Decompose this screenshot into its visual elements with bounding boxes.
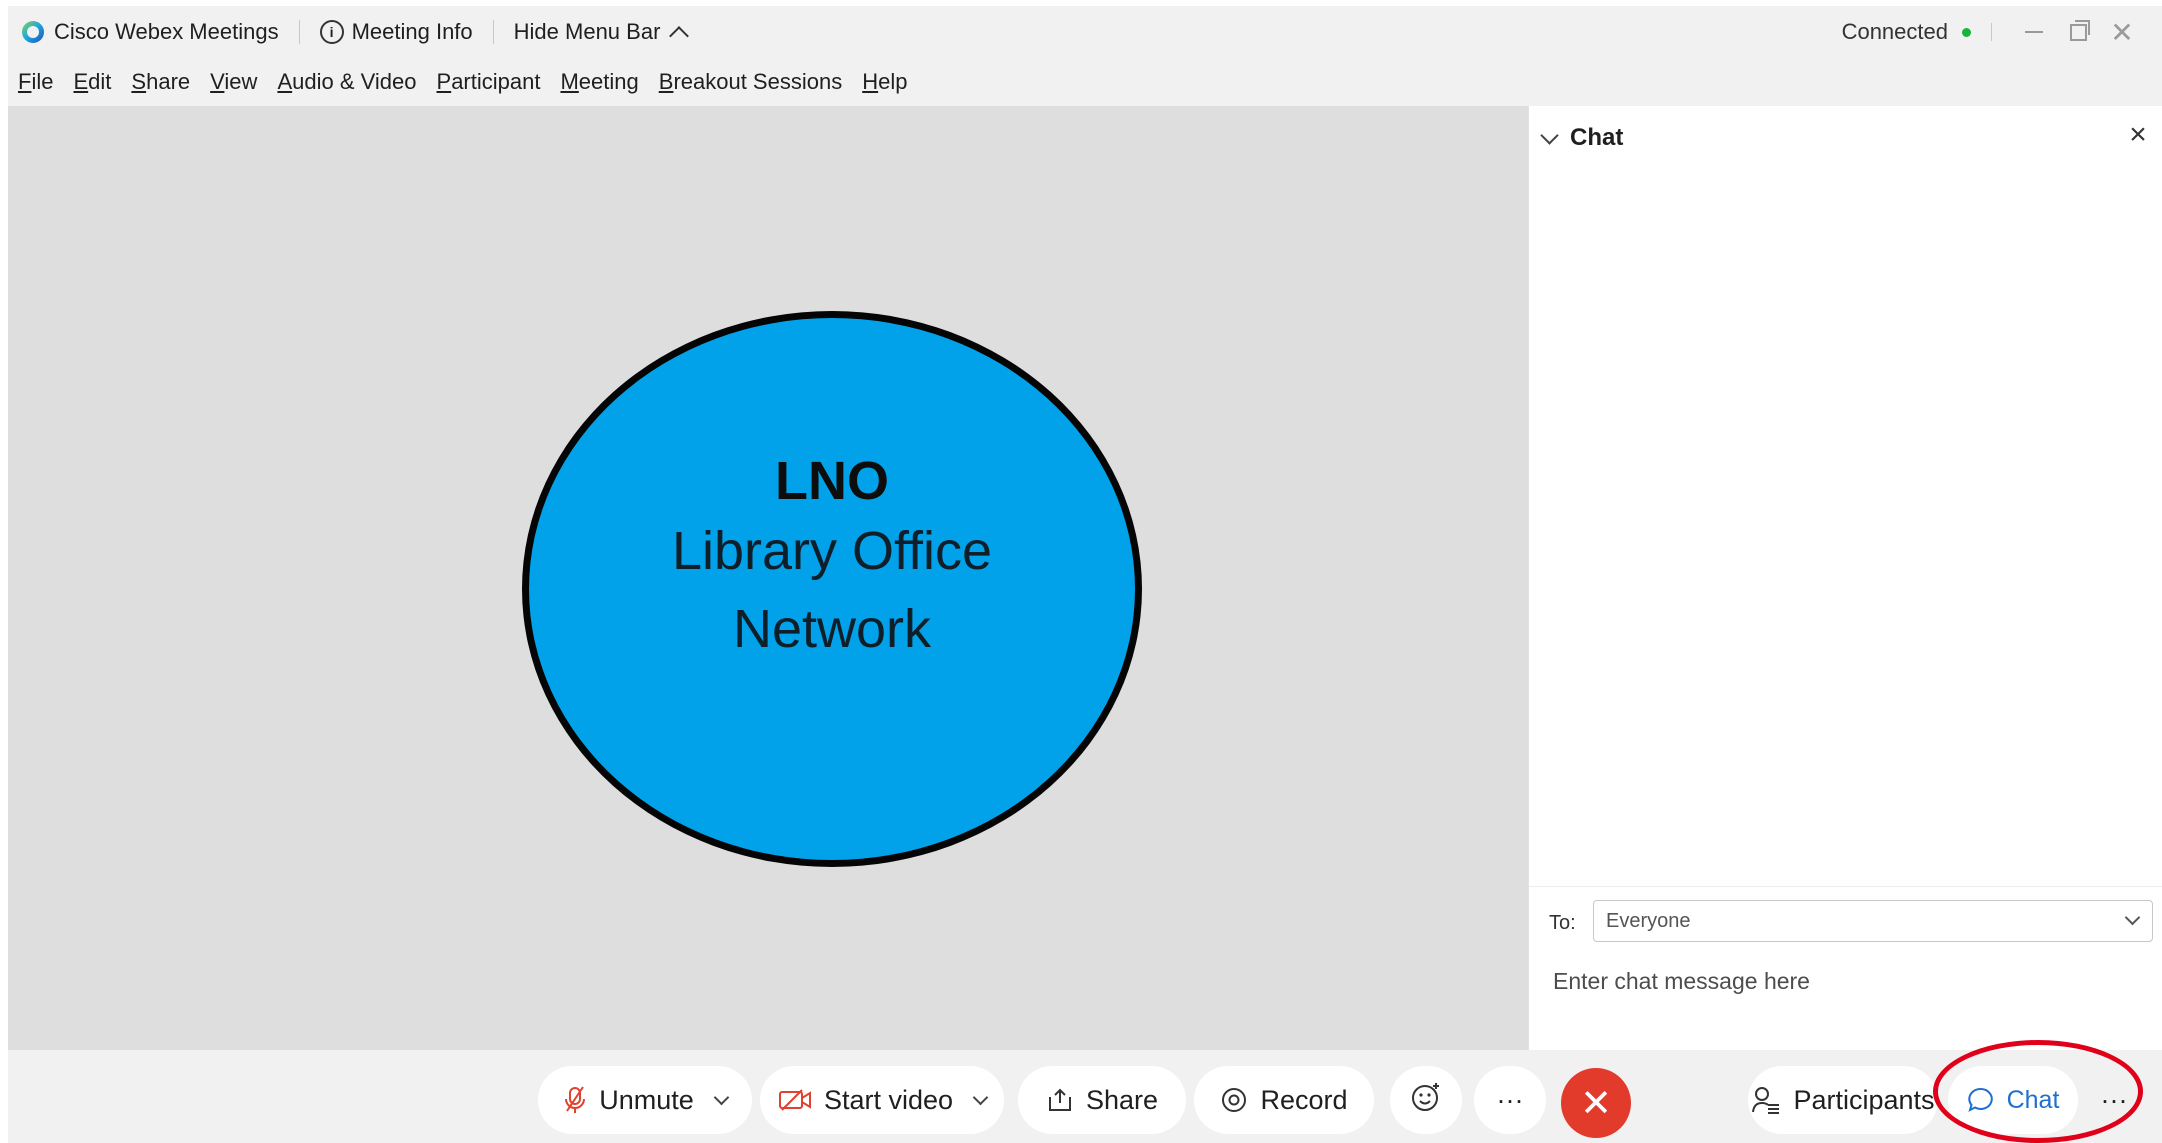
chat-panel-title: Chat — [1570, 124, 1624, 151]
chat-toggle-label: Chat — [2006, 1085, 2060, 1114]
meeting-info-label: Meeting Info — [351, 19, 473, 44]
participants-icon — [1751, 1085, 1781, 1115]
status-dot-icon — [1962, 27, 1971, 37]
more-options-icon: ··· — [1496, 1084, 1524, 1115]
menu-label: ile — [31, 69, 54, 94]
hide-menu-bar-button[interactable]: Hide Menu Bar — [513, 19, 690, 46]
menu-label: hare — [146, 69, 191, 94]
start-video-label: Start video — [823, 1084, 954, 1115]
minimize-icon — [2025, 31, 2043, 33]
chevron-down-icon — [1540, 125, 1559, 145]
unmute-button[interactable]: Unmute — [538, 1066, 752, 1134]
menu-mnemonic: B — [658, 69, 674, 94]
avatar-abbreviation: LNO — [775, 451, 889, 511]
menu-edit[interactable]: Edit — [73, 69, 111, 95]
minimize-button[interactable] — [2012, 12, 2056, 52]
participants-label: Participants — [1793, 1084, 1935, 1115]
menu-mnemonic: A — [277, 69, 293, 94]
menu-mnemonic: F — [18, 69, 32, 94]
chat-close-button[interactable]: × — [2123, 118, 2153, 152]
menu-audio-video[interactable]: Audio & Video — [277, 69, 416, 95]
record-label: Record — [1260, 1084, 1348, 1115]
chat-to-label: To: — [1549, 912, 1576, 934]
restore-button[interactable] — [2056, 12, 2100, 52]
emoji-reaction-icon — [1410, 1081, 1442, 1120]
close-icon: × — [2129, 118, 2147, 151]
title-separator — [492, 20, 494, 44]
chevron-up-icon — [669, 26, 690, 46]
menu-mnemonic: V — [210, 69, 225, 94]
menu-label: elp — [878, 69, 908, 94]
menu-mnemonic: S — [131, 69, 147, 94]
menu-file[interactable]: File — [18, 69, 53, 95]
webex-logo-icon — [22, 21, 44, 43]
menu-breakout-sessions[interactable]: Breakout Sessions — [659, 69, 842, 95]
unmute-label: Unmute — [599, 1084, 694, 1115]
connection-status-label: Connected — [1841, 19, 1948, 44]
chat-collapse-toggle[interactable]: Chat — [1540, 124, 1624, 152]
menu-mnemonic: E — [73, 69, 89, 94]
share-icon — [1046, 1087, 1074, 1113]
muted-microphone-icon — [563, 1085, 587, 1115]
overflow-icon: ··· — [2100, 1084, 2128, 1115]
avatar-name-line2: Network — [732, 599, 932, 659]
share-label: Share — [1085, 1084, 1159, 1115]
chat-toggle-button[interactable]: Chat — [1948, 1066, 2078, 1134]
more-options-button[interactable]: ··· — [1474, 1066, 1546, 1134]
menu-label: eeting — [578, 69, 639, 94]
menu-meeting[interactable]: Meeting — [560, 69, 638, 95]
menu-label: reakout Sessions — [673, 69, 843, 94]
record-button[interactable]: Record — [1194, 1066, 1374, 1134]
hide-menu-bar-label: Hide Menu Bar — [513, 19, 661, 44]
menu-mnemonic: P — [436, 69, 452, 94]
share-button[interactable]: Share — [1018, 1066, 1186, 1134]
chat-message-input[interactable] — [1551, 960, 2145, 1002]
close-icon: ✕ — [2110, 16, 2134, 48]
window-controls: Connected ✕ — [1842, 6, 2144, 58]
record-icon — [1220, 1086, 1248, 1114]
connection-status: Connected — [1842, 19, 1971, 45]
restore-icon — [2069, 19, 2090, 41]
chevron-down-icon — [972, 1089, 989, 1105]
menu-label: articipant — [451, 69, 541, 94]
title-bar: Cisco Webex Meetings i Meeting Info Hide… — [8, 6, 2162, 58]
meeting-control-bar: Unmute Start video Share Record ··· ✕ Pa… — [8, 1050, 2162, 1143]
menu-share[interactable]: Share — [131, 69, 190, 95]
chat-divider — [1529, 886, 2162, 887]
menu-label: udio & Video — [292, 69, 417, 94]
chat-bubble-icon — [1967, 1086, 1995, 1114]
meeting-info-button[interactable]: i Meeting Info — [319, 19, 473, 45]
menu-label: dit — [88, 69, 112, 94]
menu-mnemonic: H — [862, 69, 879, 94]
participants-button[interactable]: Participants — [1748, 1066, 1938, 1134]
chat-recipient-select[interactable]: Everyone — [1593, 900, 2153, 942]
chat-panel: Chat × To: Everyone — [1528, 106, 2162, 1050]
video-stage: LNO Library Office Network — [8, 106, 1528, 1050]
menu-help[interactable]: Help — [862, 69, 907, 95]
title-separator — [298, 20, 300, 44]
close-window-button[interactable]: ✕ — [2100, 12, 2144, 52]
menu-view[interactable]: View — [210, 69, 257, 95]
menu-bar: File Edit Share View Audio & Video Parti… — [8, 58, 2162, 106]
info-icon: i — [319, 20, 344, 44]
reactions-button[interactable] — [1390, 1066, 1462, 1134]
chevron-down-icon — [713, 1089, 730, 1105]
chat-recipient-value: Everyone — [1606, 909, 1691, 932]
video-off-icon — [778, 1088, 812, 1112]
overflow-menu-button[interactable]: ··· — [2084, 1066, 2144, 1134]
participant-avatar: LNO Library Office Network — [522, 311, 1142, 867]
menu-participant[interactable]: Participant — [437, 69, 541, 95]
title-separator — [1991, 23, 1992, 41]
start-video-button[interactable]: Start video — [760, 1066, 1004, 1134]
app-title: Cisco Webex Meetings — [54, 19, 279, 44]
close-icon: ✕ — [1580, 1082, 1612, 1125]
chevron-down-icon — [2124, 909, 2141, 926]
end-meeting-button[interactable]: ✕ — [1561, 1068, 1631, 1138]
menu-mnemonic: M — [560, 69, 579, 94]
menu-label: iew — [224, 69, 258, 94]
avatar-name-line1: Library Office — [671, 521, 993, 581]
